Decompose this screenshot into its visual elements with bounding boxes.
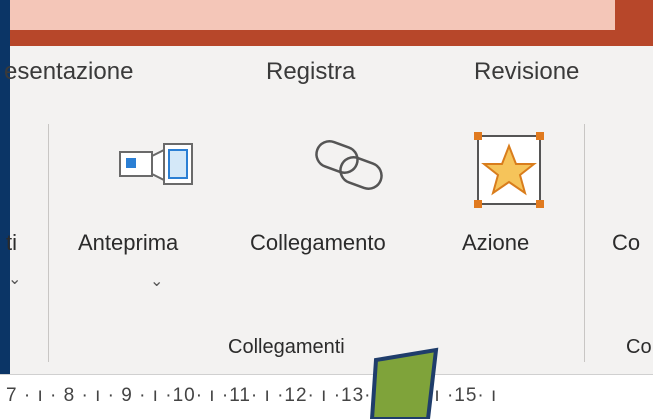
tab-registra[interactable]: Registra — [266, 58, 355, 86]
chevron-down-icon: ⌄ — [150, 273, 164, 290]
anteprima-label: Anteprima — [78, 230, 179, 255]
partial-left-button[interactable]: ti ⌄ — [6, 104, 36, 304]
partial-right-label: Co — [612, 230, 641, 255]
group-label-partial: Co — [626, 336, 652, 358]
collegamento-button[interactable]: Collegamento — [244, 124, 450, 274]
azione-button[interactable]: Azione — [458, 124, 562, 274]
title-bar — [10, 0, 653, 46]
group-separator — [584, 124, 585, 362]
group-label-collegamenti: Collegamenti — [228, 336, 345, 358]
group-separator — [48, 124, 49, 362]
ribbon-tabs: esentazione Registra Revisione — [0, 46, 653, 104]
azione-label: Azione — [462, 230, 530, 255]
title-bar-highlight — [10, 0, 615, 30]
tab-revisione[interactable]: Revisione — [474, 58, 579, 86]
tab-presentazione[interactable]: esentazione — [4, 58, 133, 86]
preview-icon — [119, 143, 193, 185]
anteprima-button[interactable]: Anteprima ⌄ — [70, 124, 250, 314]
ribbon-panel: ti ⌄ Anteprima ⌄ Collegamento Azione Co … — [6, 104, 653, 374]
partial-left-label: ti — [6, 230, 17, 255]
chevron-down-icon: ⌄ — [8, 271, 22, 288]
collegamento-label: Collegamento — [250, 230, 386, 255]
action-star-icon — [474, 132, 544, 208]
green-arrow-icon — [369, 347, 439, 419]
partial-right-button[interactable]: Co — [612, 124, 653, 274]
horizontal-ruler: 7 · ı · 8 · ı · 9 · ı ·10· ı ·11· ı ·12·… — [0, 374, 653, 420]
link-icon — [315, 140, 383, 190]
